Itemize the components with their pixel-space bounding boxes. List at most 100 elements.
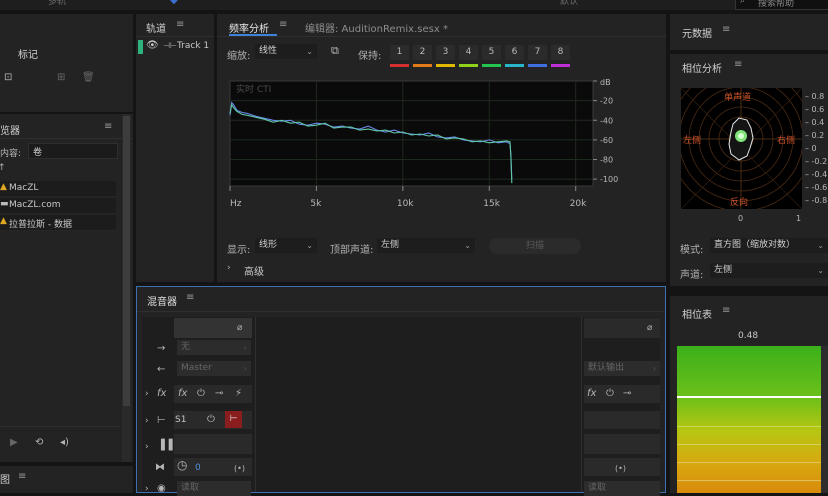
drive-icon: ▬ (0, 199, 9, 209)
sends-icon[interactable]: ⊢ (157, 415, 166, 427)
menu-icon[interactable]: ≡ (734, 59, 742, 70)
master-read-select[interactable]: 读取 (584, 481, 660, 496)
display-select[interactable]: 线形 ⌄ (255, 238, 317, 253)
search-box[interactable]: ⌕ 搜索帮助 (735, 0, 828, 10)
content-select[interactable]: 卷 (28, 143, 118, 159)
up-arrow-icon[interactable]: ↑ (0, 162, 6, 174)
phase-meter-title[interactable]: 相位表 (682, 306, 712, 321)
tracks-panel: 轨道 ≡ 👁 ⊣⊢ Track 1 (136, 14, 214, 282)
stereo-icon[interactable]: (•) (615, 463, 626, 475)
list-item[interactable]: ▲ 拉普拉斯 - 数据 (0, 215, 116, 231)
chevron-down-icon: ⌄ (817, 241, 824, 250)
top-tab-partial[interactable]: 多轨 (48, 0, 66, 7)
fx-icon[interactable]: fx (178, 388, 187, 400)
menu-icon[interactable]: ≡ (104, 121, 112, 132)
eye-icon[interactable]: 👁 (146, 40, 159, 51)
track-row[interactable]: 👁 ⊣⊢ Track 1 (136, 40, 214, 54)
phase-scale-tick: – -0.6 (805, 183, 828, 192)
scale-select[interactable]: 线性 ⌄ (255, 44, 317, 59)
media-browser-title[interactable]: 览器 (0, 122, 20, 137)
play-icon[interactable]: ▶ (10, 437, 18, 449)
stereo-icon[interactable]: (•) (234, 463, 245, 475)
output-select[interactable]: Master › (177, 361, 251, 376)
strip-separator (255, 317, 256, 492)
merge-marker-icon[interactable]: ⊞ (57, 72, 65, 84)
input-select[interactable]: 无 › (177, 340, 251, 355)
y-tick-label: -80 (600, 156, 613, 165)
phase-meter-bar (677, 346, 821, 493)
phase-analysis-title[interactable]: 相位分析 (682, 60, 722, 75)
phase-scale-tick: – 0 (805, 144, 817, 153)
delete-icon[interactable]: 🗑 (82, 72, 95, 84)
automation-icon[interactable]: ◉ (157, 483, 166, 495)
advanced-chevron-icon[interactable]: › (227, 263, 231, 273)
list-item[interactable]: ▬ MacZL.com (0, 198, 116, 214)
hold-button-7[interactable]: 7 (528, 45, 547, 60)
menu-icon[interactable]: ≡ (18, 471, 26, 482)
phase-invert-icon[interactable]: ⌀ (237, 322, 242, 334)
menu-icon[interactable]: ≡ (722, 24, 730, 35)
default-output-select[interactable]: 默认输出 › (584, 361, 660, 376)
phase-label-bottom: 反向 (730, 198, 749, 208)
power-icon[interactable]: ⏻ (606, 388, 614, 400)
fx-icon[interactable]: fx (587, 388, 596, 400)
input-arrow-icon: → (157, 343, 166, 354)
auto-play-icon[interactable]: ◂) (60, 437, 69, 449)
menu-icon[interactable]: ≡ (186, 292, 194, 303)
expand-chevron-icon[interactable]: › (145, 441, 149, 453)
eq-icon[interactable]: ▐▐ (157, 440, 172, 452)
list-item-label: MacZL.com (9, 200, 61, 210)
fx-icon[interactable]: fx (157, 388, 166, 400)
pre-render-icon[interactable]: ⊸ (623, 388, 631, 400)
hold-button-3[interactable]: 3 (436, 45, 455, 60)
channel-select[interactable]: 左侧 ⌄ (377, 238, 475, 253)
chevron-down-icon: ⌄ (464, 241, 471, 250)
advanced-label[interactable]: 高级 (244, 263, 264, 278)
add-marker-icon[interactable]: ⊡ (4, 72, 12, 84)
metadata-title[interactable]: 元数据 (682, 25, 712, 40)
top-right-partial[interactable]: 默认 (560, 0, 578, 7)
copy-icon[interactable]: ⧉ (331, 44, 339, 58)
hold-button-5[interactable]: 5 (482, 45, 501, 60)
tracks-title[interactable]: 轨道 (146, 20, 166, 35)
tab-frequency-analysis[interactable]: 频率分析 (229, 20, 269, 35)
expand-chevron-icon[interactable]: › (145, 415, 149, 427)
lightning-icon[interactable]: ⚡ (235, 388, 242, 400)
expand-chevron-icon[interactable]: › (145, 388, 149, 400)
menu-icon[interactable]: ≡ (722, 305, 730, 316)
menu-icon[interactable]: ≡ (279, 19, 287, 30)
list-item[interactable]: ▲ MacZL (0, 181, 116, 197)
menu-icon[interactable]: ≡ (176, 19, 184, 30)
search-input[interactable]: 搜索帮助 (758, 0, 794, 9)
bottom-left-title[interactable]: 图 (0, 471, 10, 486)
pre-render-icon[interactable]: ⊸ (215, 388, 223, 400)
mode-select[interactable]: 直方图（缩放对数） ⌄ (710, 238, 828, 253)
markers-title[interactable]: 标记 (18, 46, 38, 61)
scan-button[interactable]: 扫描 (489, 238, 581, 254)
toolbar-icons-partial[interactable]: ◆ (170, 0, 178, 6)
read-select[interactable]: 读取 (177, 481, 251, 496)
hold-button-6[interactable]: 6 (505, 45, 524, 60)
send-prepost-button[interactable]: ⊢ (225, 411, 242, 428)
y-tick-label: -60 (600, 136, 613, 145)
pan-icon[interactable]: ⧓ (155, 462, 165, 474)
hold-color-bar (436, 64, 455, 67)
volume-knob-icon[interactable]: ◷ (177, 459, 187, 471)
loop-icon[interactable]: ⟲ (35, 437, 43, 449)
hold-button-1[interactable]: 1 (390, 45, 409, 60)
power-icon[interactable]: ⏻ (197, 388, 205, 400)
hold-button-2[interactable]: 2 (413, 45, 432, 60)
phase-channel-select[interactable]: 左侧 ⌄ (710, 263, 828, 278)
hold-button-4[interactable]: 4 (459, 45, 478, 60)
power-icon[interactable]: ⏻ (207, 414, 215, 426)
tab-editor[interactable]: 编辑器: AuditionRemix.sesx * (305, 20, 448, 35)
scrollbar-thumb[interactable] (123, 116, 130, 406)
x-tick-label: 20k (570, 199, 587, 209)
mixer-title[interactable]: 混音器 (147, 293, 177, 308)
expand-chevron-icon[interactable]: › (145, 483, 149, 495)
phase-invert-icon[interactable]: ⌀ (647, 322, 652, 334)
phase-meter-scrollbar[interactable] (821, 346, 828, 493)
hold-button-8[interactable]: 8 (551, 45, 570, 60)
phase-meter-indicator (677, 396, 821, 398)
volume-value[interactable]: 0 (195, 463, 201, 473)
